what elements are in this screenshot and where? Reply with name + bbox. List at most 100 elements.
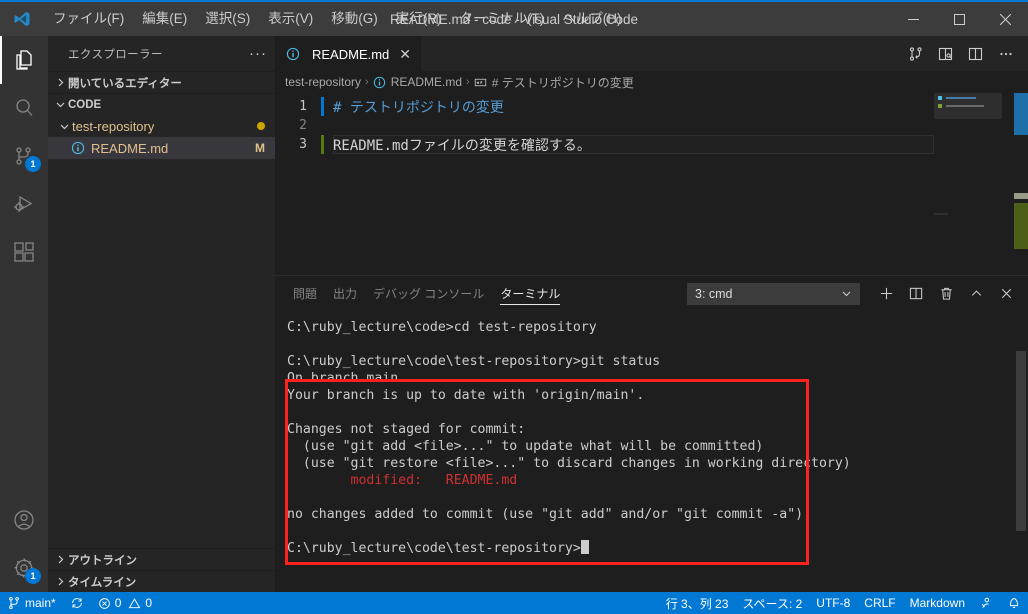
activity-settings-gear-icon[interactable]: 1 bbox=[0, 544, 48, 592]
new-terminal-icon[interactable] bbox=[872, 280, 900, 308]
code-editor[interactable]: 1 # テストリポジトリの変更 2 3 README.mdファイルの変更を確認す… bbox=[275, 93, 1028, 275]
source-control-compare-icon[interactable] bbox=[902, 40, 930, 68]
overview-ruler[interactable] bbox=[1014, 93, 1028, 275]
terminal-selector-dropdown[interactable]: 3: cmd bbox=[687, 282, 860, 305]
status-encoding[interactable]: UTF-8 bbox=[809, 592, 857, 614]
sidebar-item-timeline[interactable]: タイムライン bbox=[48, 570, 275, 592]
status-notifications-bell-icon[interactable] bbox=[1000, 592, 1028, 614]
status-problems[interactable]: 0 0 bbox=[91, 592, 159, 614]
unsaved-changes-dot-icon bbox=[257, 122, 265, 130]
workbench-body: 1 1 エクスプローラー ··· 開いているエディター CODE test-re… bbox=[0, 36, 1028, 592]
activity-extensions-icon[interactable] bbox=[0, 228, 48, 276]
tree-item-test-repository[interactable]: test-repository bbox=[48, 115, 275, 137]
code-line-1: 1 # テストリポジトリの変更 bbox=[275, 97, 934, 116]
kill-terminal-trash-icon[interactable] bbox=[932, 280, 960, 308]
tab-output[interactable]: 出力 bbox=[333, 276, 357, 311]
tree-item-readme[interactable]: README.md M bbox=[48, 137, 275, 159]
menu-terminal[interactable]: ターミナル(T) bbox=[451, 6, 554, 32]
panel-actions: 3: cmd bbox=[687, 280, 1028, 308]
activity-account-icon[interactable] bbox=[0, 496, 48, 544]
minimap[interactable] bbox=[934, 93, 1014, 275]
status-sync[interactable] bbox=[63, 592, 91, 614]
menu-help[interactable]: ヘルプ(H) bbox=[553, 6, 630, 32]
sidebar-item-open-editors[interactable]: 開いているエディター bbox=[48, 71, 275, 93]
editor-more-actions-icon[interactable] bbox=[992, 40, 1020, 68]
split-terminal-icon[interactable] bbox=[902, 280, 930, 308]
activity-source-control-icon[interactable]: 1 bbox=[0, 132, 48, 180]
terminal-scrollbar[interactable] bbox=[1016, 351, 1026, 531]
terminal-line: Your branch is up to date with 'origin/m… bbox=[287, 388, 645, 403]
activity-bar: 1 1 bbox=[0, 36, 48, 592]
line-number: 1 bbox=[299, 99, 307, 114]
menu-selection[interactable]: 選択(S) bbox=[196, 6, 259, 32]
menu-run[interactable]: 実行(R) bbox=[387, 6, 451, 32]
menu-edit[interactable]: 編集(E) bbox=[133, 6, 196, 32]
markdown-info-icon bbox=[373, 75, 387, 89]
file-label: README.md bbox=[91, 140, 169, 156]
maximize-button[interactable] bbox=[936, 2, 982, 36]
activity-search-icon[interactable] bbox=[0, 84, 48, 132]
chevron-right-icon bbox=[52, 552, 68, 568]
split-editor-icon[interactable] bbox=[962, 40, 990, 68]
status-bar: main* 0 0 行 3、列 23 スペース: 2 UTF-8 CRLF Ma… bbox=[0, 592, 1028, 614]
open-editors-label: 開いているエディター bbox=[68, 77, 182, 90]
vscode-logo-icon bbox=[0, 2, 44, 36]
terminal-output[interactable]: C:\ruby_lecture\code>cd test-repository … bbox=[275, 311, 1028, 592]
status-branch[interactable]: main* bbox=[0, 592, 63, 614]
code-line-2: 2 bbox=[275, 116, 934, 135]
menu-go[interactable]: 移動(G) bbox=[322, 6, 387, 32]
menu-view[interactable]: 表示(V) bbox=[259, 6, 322, 32]
terminal-line: (use "git restore <file>..." to discard … bbox=[287, 456, 851, 471]
markdown-info-icon bbox=[285, 46, 301, 62]
tab-terminal[interactable]: ターミナル bbox=[500, 276, 561, 311]
explorer-sidebar: エクスプローラー ··· 開いているエディター CODE test-reposi… bbox=[48, 36, 275, 592]
tab-debug-console[interactable]: デバッグ コンソール bbox=[373, 276, 484, 311]
terminal-selector-value: 3: cmd bbox=[695, 286, 733, 301]
source-control-badge: 1 bbox=[25, 156, 41, 172]
status-language-mode[interactable]: Markdown bbox=[903, 592, 972, 614]
terminal-cursor bbox=[580, 540, 589, 554]
maximize-panel-chevron-up-icon[interactable] bbox=[962, 280, 990, 308]
editor-action-buttons bbox=[902, 36, 1028, 71]
status-indentation[interactable]: スペース: 2 bbox=[735, 592, 809, 614]
menu-bar: ファイル(F) 編集(E) 選択(S) 表示(V) 移動(G) 実行(R) ター… bbox=[44, 2, 631, 36]
status-cursor-position[interactable]: 行 3、列 23 bbox=[659, 592, 736, 614]
window-controls bbox=[890, 2, 1028, 36]
menu-file[interactable]: ファイル(F) bbox=[44, 6, 133, 32]
breadcrumb-symbol-label: # テストリポジトリの変更 bbox=[491, 75, 634, 90]
tab-readme[interactable]: README.md ✕ bbox=[275, 36, 423, 71]
sidebar-filler bbox=[48, 159, 275, 548]
warning-count: 0 bbox=[145, 596, 153, 610]
close-button[interactable] bbox=[982, 2, 1028, 36]
breadcrumb: test-repository › README.md › # テストリポジトリ… bbox=[275, 71, 1028, 93]
chevron-down-icon bbox=[52, 97, 68, 113]
outline-label: アウトライン bbox=[68, 554, 137, 567]
sidebar-item-folder-code[interactable]: CODE bbox=[48, 93, 275, 115]
sidebar-item-outline[interactable]: アウトライン bbox=[48, 548, 275, 570]
minimize-button[interactable] bbox=[890, 2, 936, 36]
breadcrumb-item-folder[interactable]: test-repository bbox=[285, 75, 361, 89]
bottom-panel: 問題 出力 デバッグ コンソール ターミナル 3: cmd C:\ruby_le… bbox=[275, 275, 1028, 592]
chevron-down-icon bbox=[56, 118, 72, 134]
activity-explorer-icon[interactable] bbox=[0, 36, 48, 84]
activity-run-debug-icon[interactable] bbox=[0, 180, 48, 228]
status-feedback-icon[interactable] bbox=[972, 592, 1000, 614]
tab-close-icon[interactable]: ✕ bbox=[399, 46, 411, 63]
sidebar-more-actions-icon[interactable]: ··· bbox=[249, 45, 267, 62]
breadcrumb-item-symbol[interactable]: # テストリポジトリの変更 bbox=[474, 74, 634, 91]
open-preview-to-side-icon[interactable] bbox=[932, 40, 960, 68]
code-line-3: 3 README.mdファイルの変更を確認する。 bbox=[275, 135, 934, 154]
close-panel-icon[interactable] bbox=[992, 280, 1020, 308]
status-eol[interactable]: CRLF bbox=[857, 592, 902, 614]
tab-problems[interactable]: 問題 bbox=[293, 276, 317, 311]
terminal-line: Changes not staged for commit: bbox=[287, 422, 526, 437]
folder-label: CODE bbox=[68, 98, 102, 111]
breadcrumb-item-file[interactable]: README.md bbox=[373, 75, 462, 89]
code-lines[interactable]: 1 # テストリポジトリの変更 2 3 README.mdファイルの変更を確認す… bbox=[275, 93, 934, 275]
sidebar-title: エクスプローラー bbox=[68, 48, 163, 61]
code-text: # テストリポジトリの変更 bbox=[333, 99, 504, 116]
terminal-line: (use "git add <file>..." to update what … bbox=[287, 439, 764, 454]
